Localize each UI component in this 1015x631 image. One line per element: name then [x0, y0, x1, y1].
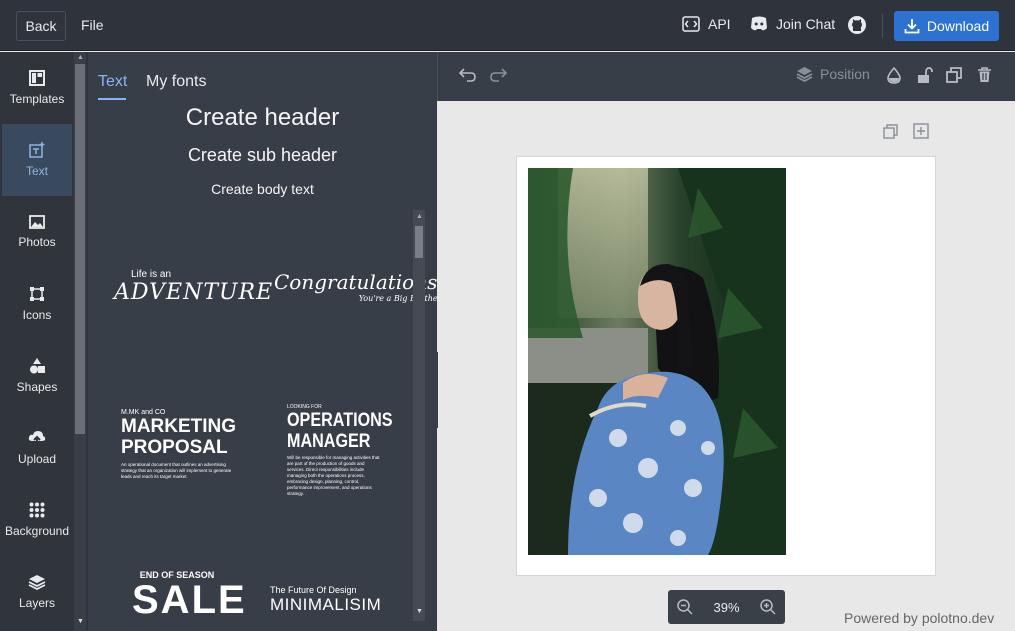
opacity-icon[interactable] — [887, 67, 901, 84]
panel-scrollbar[interactable]: ▲ ▼ — [413, 210, 425, 621]
redo-icon[interactable] — [489, 67, 507, 83]
sidebar: Templates Text Photos Icons Shapes Uploa… — [0, 52, 88, 631]
sidebar-scrollbar[interactable]: ▲ ▼ — [74, 52, 86, 631]
tab-my-fonts[interactable]: My fonts — [146, 73, 206, 91]
trash-icon[interactable] — [977, 67, 992, 83]
scrollbar-thumb[interactable] — [75, 64, 85, 434]
background-icon — [29, 502, 45, 518]
sidebar-item-label: Templates — [9, 92, 65, 106]
duplicate-page-icon[interactable] — [883, 124, 898, 139]
woman-in-forest-image — [528, 168, 786, 555]
scrollbar-thumb[interactable] — [415, 226, 423, 258]
top-bar: Back File API Join Chat Download — [0, 0, 1015, 51]
text-template-adventure[interactable]: Life is an ADVENTURE — [114, 269, 273, 305]
template-text: SALE — [132, 578, 247, 622]
sidebar-item-label: Upload — [17, 452, 57, 466]
duplicate-icon[interactable] — [946, 67, 962, 83]
create-subheader-button[interactable]: Create sub header — [88, 145, 437, 166]
active-tab-indicator — [98, 98, 126, 100]
zoom-level: 39% — [713, 599, 740, 615]
api-button[interactable]: API — [682, 16, 731, 32]
template-text: OPERATIONS — [287, 410, 393, 431]
layers-icon — [796, 67, 813, 82]
tab-text[interactable]: Text — [98, 73, 127, 91]
discord-icon — [751, 16, 767, 31]
text-template-marketing-proposal[interactable]: M.MK and CO MARKETING PROPOSAL An operat… — [121, 409, 241, 480]
template-text: Will be responsible for managing activit… — [287, 455, 380, 496]
template-text: An operational document that outlines an… — [121, 462, 232, 479]
download-icon — [904, 19, 920, 34]
text-template-sale[interactable]: END OF SEASON SALE — [132, 570, 247, 622]
sidebar-item-text[interactable]: Text — [2, 124, 72, 196]
download-label: Download — [926, 18, 990, 34]
templates-icon — [29, 70, 45, 86]
template-text: The Future Of Design — [270, 585, 357, 595]
download-button[interactable]: Download — [894, 11, 999, 41]
sidebar-item-icons[interactable]: Icons — [2, 268, 72, 340]
api-label: API — [708, 16, 731, 32]
icons-icon — [30, 287, 44, 301]
design-page[interactable] — [516, 156, 936, 576]
position-label: Position — [820, 66, 870, 82]
sidebar-item-label: Text — [25, 164, 48, 178]
photos-icon — [29, 215, 45, 229]
scroll-up-icon[interactable]: ▲ — [77, 54, 84, 61]
sidebar-item-label: Icons — [22, 308, 52, 322]
template-text: MINIMALISIM — [270, 595, 382, 614]
template-text: Life is an — [131, 269, 172, 280]
sidebar-item-label: Background — [4, 524, 70, 538]
template-text: MARKETING — [121, 416, 237, 437]
file-menu[interactable]: File — [81, 17, 104, 33]
join-chat-label: Join Chat — [776, 16, 836, 32]
position-button[interactable]: Position — [796, 66, 870, 82]
editor-toolbar: Position — [437, 52, 1015, 101]
canvas-workspace: 39% Powered by polotno.dev — [438, 101, 1015, 631]
text-template-operations-manager[interactable]: LOOKING FOR OPERATIONS MANAGER Will be r… — [287, 404, 411, 497]
back-button[interactable]: Back — [16, 11, 66, 41]
github-icon[interactable] — [847, 15, 867, 35]
create-body-button[interactable]: Create body text — [88, 181, 437, 197]
unlock-icon[interactable] — [917, 67, 933, 84]
sidebar-item-label: Shapes — [16, 380, 58, 394]
sidebar-item-photos[interactable]: Photos — [2, 196, 72, 268]
sidebar-item-label: Layers — [18, 596, 56, 610]
text-template-minimalism[interactable]: The Future Of Design MINIMALISIM — [270, 585, 381, 615]
shapes-icon — [30, 358, 45, 374]
code-icon — [682, 16, 700, 32]
template-text: ADVENTURE — [114, 280, 274, 305]
zoom-control: 39% — [668, 590, 785, 624]
sidebar-item-templates[interactable]: Templates — [2, 52, 72, 124]
add-page-icon[interactable] — [913, 123, 929, 139]
sidebar-item-background[interactable]: Background — [2, 484, 72, 556]
sidebar-item-upload[interactable]: Upload — [2, 412, 72, 484]
text-panel: Text My fonts Create header Create sub h… — [88, 52, 445, 631]
topbar-divider — [882, 14, 883, 38]
scroll-down-icon[interactable]: ▼ — [77, 618, 84, 625]
template-text: M.MK and CO — [121, 409, 166, 416]
photo-element[interactable] — [528, 168, 786, 555]
zoom-in-icon[interactable] — [760, 599, 776, 615]
undo-icon[interactable] — [459, 67, 477, 83]
template-text: MANAGER — [287, 431, 371, 452]
upload-icon — [28, 431, 46, 445]
text-icon — [29, 142, 45, 158]
scroll-up-icon[interactable]: ▲ — [416, 213, 423, 220]
join-chat-button[interactable]: Join Chat — [750, 16, 835, 32]
sidebar-item-shapes[interactable]: Shapes — [2, 340, 72, 412]
sidebar-item-label: Photos — [18, 235, 56, 249]
powered-by-link[interactable]: Powered by polotno.dev — [844, 610, 994, 626]
zoom-out-icon[interactable] — [677, 599, 693, 615]
sidebar-item-layers[interactable]: Layers — [2, 556, 72, 628]
layers-icon — [28, 575, 46, 590]
scroll-down-icon[interactable]: ▼ — [416, 608, 423, 615]
create-header-button[interactable]: Create header — [88, 104, 437, 132]
template-text: PROPOSAL — [121, 437, 228, 458]
